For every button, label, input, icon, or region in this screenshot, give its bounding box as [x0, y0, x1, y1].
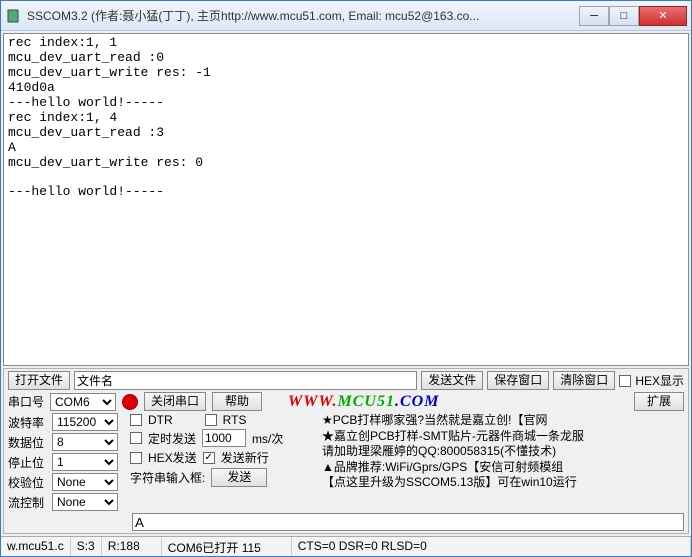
minimize-button[interactable]: ─: [579, 6, 609, 26]
status-url: w.mcu51.c: [1, 537, 71, 556]
flow-select[interactable]: None: [52, 493, 118, 511]
status-recv: R:188: [102, 537, 162, 556]
baud-select[interactable]: 115200: [52, 413, 118, 431]
ad-line: 请加助理梁雁婷的QQ:800058315(不懂技术): [322, 444, 684, 460]
ad-line[interactable]: 【点这里升级为SSCOM5.13版】可在win10运行: [322, 475, 684, 491]
port-select[interactable]: COM6: [50, 393, 116, 411]
save-window-button[interactable]: 保存窗口: [487, 371, 549, 390]
databits-label: 数据位: [8, 434, 52, 451]
status-lines: CTS=0 DSR=0 RLSD=0: [292, 537, 691, 556]
databits-select[interactable]: 8: [52, 433, 118, 451]
timed-send-label: 定时发送: [148, 430, 196, 447]
expand-button[interactable]: 扩展: [634, 392, 684, 411]
send-button[interactable]: 发送: [211, 468, 267, 487]
ad-line: ▲品牌推荐:WiFi/Gprs/GPS【安信可射频模组: [322, 460, 684, 476]
send-newline-checkbox[interactable]: [203, 452, 215, 464]
maximize-button[interactable]: □: [609, 6, 639, 26]
window-title: SSCOM3.2 (作者:聂小猛(丁丁), 主页http://www.mcu51…: [27, 7, 579, 24]
ad-line: ★PCB打样哪家强?当然就是嘉立创!【官网: [322, 413, 684, 429]
rts-checkbox[interactable]: [205, 414, 217, 426]
rts-label: RTS: [223, 413, 247, 427]
record-icon[interactable]: [122, 394, 138, 410]
send-input[interactable]: [132, 513, 684, 531]
app-icon: [5, 8, 21, 24]
parity-label: 校验位: [8, 474, 52, 491]
dtr-label: DTR: [148, 413, 173, 427]
filename-input[interactable]: [74, 371, 417, 390]
hex-send-label: HEX发送: [148, 449, 197, 466]
input-label: 字符串输入框:: [130, 469, 205, 486]
titlebar: SSCOM3.2 (作者:聂小猛(丁丁), 主页http://www.mcu51…: [1, 1, 691, 31]
timed-send-checkbox[interactable]: [130, 432, 142, 444]
baud-label: 波特率: [8, 414, 52, 431]
open-file-button[interactable]: 打开文件: [8, 371, 70, 390]
stopbits-select[interactable]: 1: [52, 453, 118, 471]
port-label: 串口号: [8, 393, 44, 410]
dtr-checkbox[interactable]: [130, 414, 142, 426]
receive-textarea[interactable]: rec index:1, 1 mcu_dev_uart_read :0 mcu_…: [3, 33, 689, 366]
url-text: WWW.MCU51.COM: [288, 393, 439, 411]
status-port: COM6已打开 115: [162, 537, 292, 556]
hex-show-label: HEX显示: [635, 372, 684, 389]
interval-input[interactable]: [202, 429, 246, 447]
statusbar: w.mcu51.c S:3 R:188 COM6已打开 115 CTS=0 DS…: [1, 536, 691, 556]
parity-select[interactable]: None: [52, 473, 118, 491]
send-file-button[interactable]: 发送文件: [421, 371, 483, 390]
send-newline-label: 发送新行: [221, 449, 269, 466]
stopbits-label: 停止位: [8, 454, 52, 471]
hex-show-checkbox[interactable]: [619, 375, 631, 387]
clear-window-button[interactable]: 清除窗口: [553, 371, 615, 390]
ms-suffix: ms/次: [252, 430, 283, 447]
ad-panel: ★PCB打样哪家强?当然就是嘉立创!【官网 ★嘉立创PCB打样-SMT贴片-元器…: [322, 413, 684, 511]
flow-label: 流控制: [8, 494, 52, 511]
status-sent: S:3: [71, 537, 102, 556]
ad-line: ★嘉立创PCB打样-SMT贴片-元器件商城一条龙服: [322, 429, 684, 445]
hex-send-checkbox[interactable]: [130, 452, 142, 464]
close-button[interactable]: ✕: [639, 6, 687, 26]
help-button[interactable]: 帮助: [212, 392, 262, 411]
close-port-button[interactable]: 关闭串口: [144, 392, 206, 411]
